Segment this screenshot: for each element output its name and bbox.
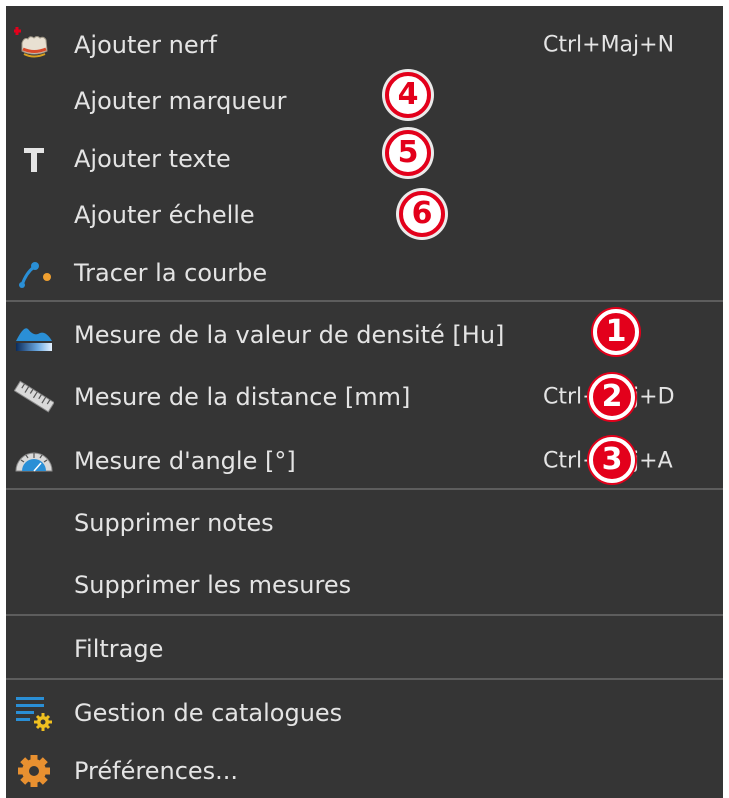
annotation-badge-3: 3 [589, 437, 635, 483]
menu-item-draw-curve[interactable]: Tracer la courbe [6, 246, 723, 300]
menu-item-label: Ajouter marqueur [74, 87, 287, 115]
menu-item-add-scale[interactable]: Ajouter échelle [6, 188, 723, 242]
menu-separator [6, 300, 723, 302]
annotation-badge-6: 6 [399, 191, 445, 237]
menu-item-label: Supprimer les mesures [74, 571, 352, 599]
catalog-icon [14, 693, 54, 733]
annotation-badge-2: 2 [589, 374, 635, 420]
menu-item-label: Préférences... [74, 757, 239, 785]
menu-separator [6, 488, 723, 490]
menu-item-preferences[interactable]: Préférences... [6, 744, 723, 798]
menu-item-add-nerve[interactable]: Ajouter nerf Ctrl+Maj+N [6, 18, 723, 72]
menu-separator [6, 678, 723, 680]
menu-item-label: Ajouter nerf [74, 31, 217, 59]
text-icon [14, 139, 54, 179]
context-menu: Ajouter nerf Ctrl+Maj+N Ajouter marqueur… [6, 6, 723, 798]
ruler-icon [13, 377, 55, 417]
annotation-badge-4: 4 [385, 72, 431, 118]
menu-item-filtering[interactable]: Filtrage [6, 622, 723, 676]
menu-item-label: Ajouter texte [74, 145, 231, 173]
menu-item-add-marker[interactable]: Ajouter marqueur [6, 74, 723, 128]
gear-icon [14, 751, 54, 791]
menu-item-label: Mesure de la distance [mm] [74, 383, 411, 411]
annotation-badge-5: 5 [385, 130, 431, 176]
menu-item-label: Supprimer notes [74, 509, 274, 537]
menu-item-shortcut: Ctrl+Maj+N [543, 32, 675, 58]
menu-item-label: Gestion de catalogues [74, 699, 343, 727]
menu-item-label: Mesure de la valeur de densité [Hu] [74, 321, 505, 349]
menu-item-label: Ajouter échelle [74, 201, 255, 229]
menu-item-label: Tracer la courbe [74, 259, 268, 287]
menu-item-delete-notes[interactable]: Supprimer notes [6, 496, 723, 550]
add-nerve-icon [13, 25, 54, 65]
menu-item-delete-measurements[interactable]: Supprimer les mesures [6, 558, 723, 612]
annotation-badge-1: 1 [593, 309, 639, 355]
menu-item-add-text[interactable]: Ajouter texte [6, 132, 723, 186]
curve-icon [14, 253, 54, 293]
density-icon [14, 315, 54, 355]
menu-item-label: Filtrage [74, 635, 164, 663]
menu-separator [6, 614, 723, 616]
menu-item-label: Mesure d'angle [°] [74, 447, 296, 475]
menu-item-catalog-management[interactable]: Gestion de catalogues [6, 686, 723, 740]
protractor-icon [14, 441, 54, 481]
